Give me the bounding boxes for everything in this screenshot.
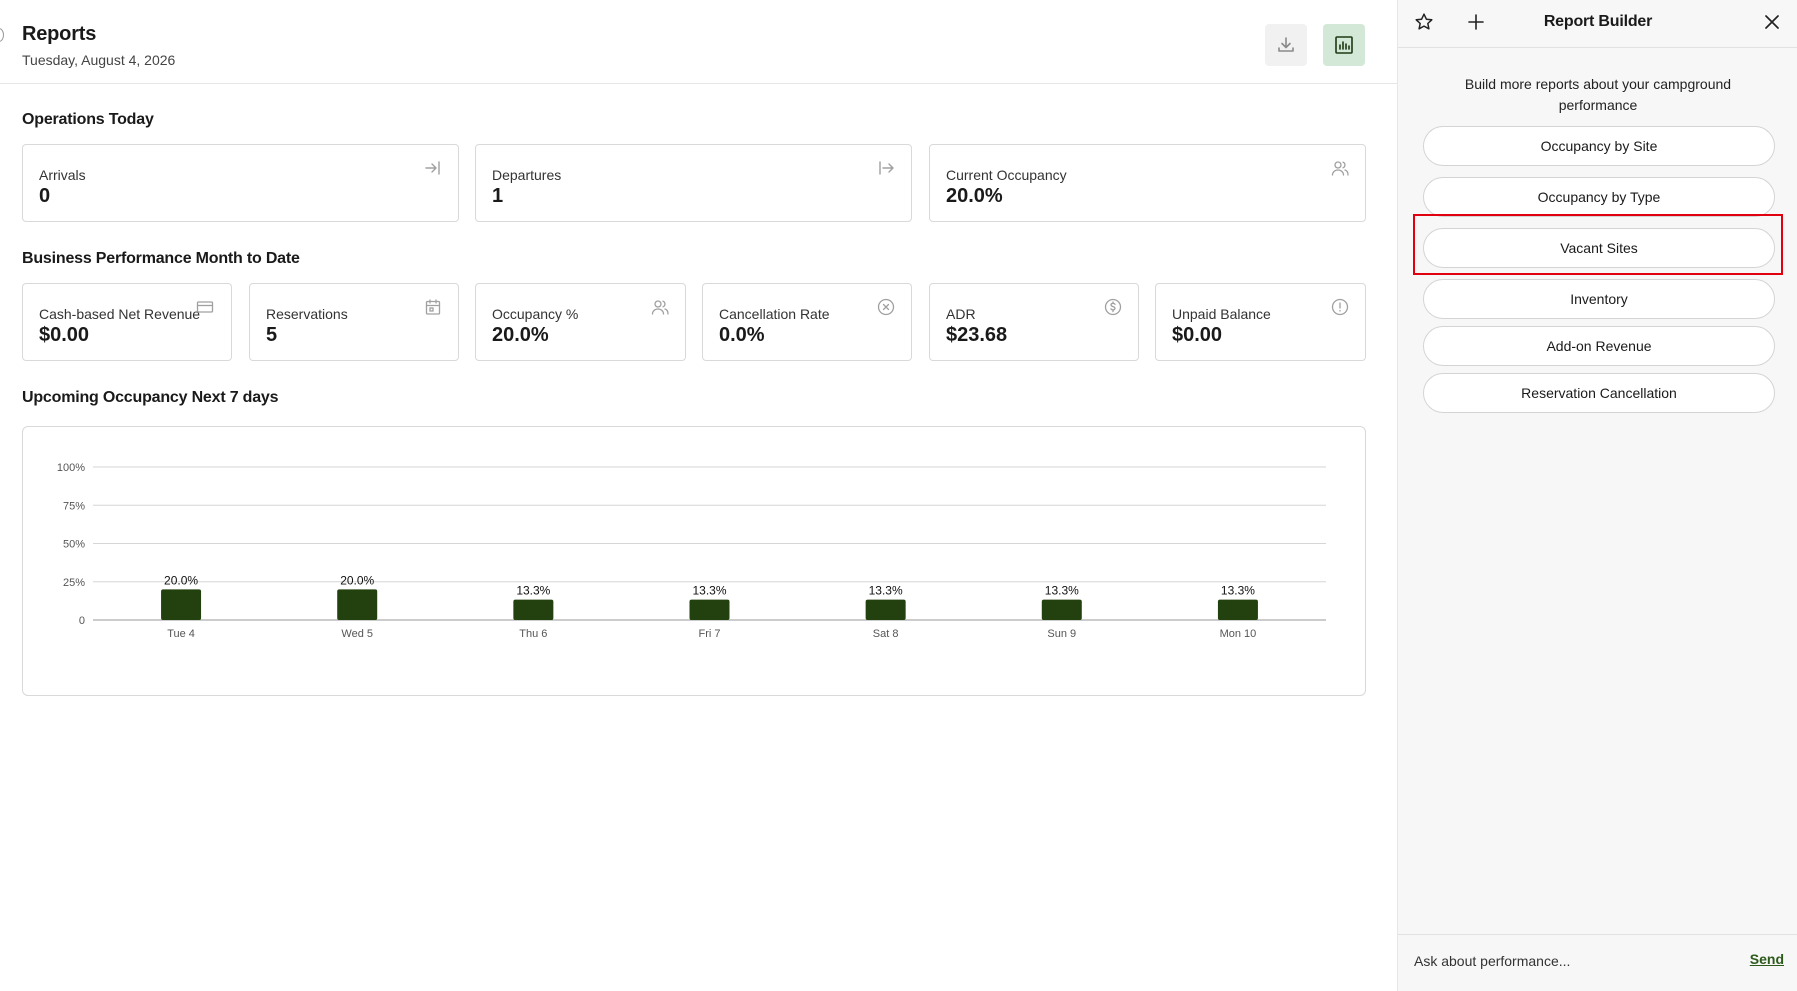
inventory-button[interactable]: Inventory bbox=[1423, 279, 1775, 319]
page-title: Reports bbox=[22, 23, 97, 45]
alert-circle-icon bbox=[1331, 298, 1349, 316]
credit-card-icon bbox=[196, 301, 214, 313]
close-icon bbox=[1765, 15, 1779, 29]
circle-x-icon bbox=[877, 298, 895, 316]
add-on-revenue-button[interactable]: Add-on Revenue bbox=[1423, 326, 1775, 366]
chart-bar bbox=[1041, 599, 1082, 620]
occupancy-chart: 0 25% 50% 75% 100% 20.0% Tue 4 20.0% Wed 5 13.3% T… bbox=[22, 426, 1366, 696]
y-tick-label: 0 bbox=[79, 615, 85, 627]
reservations-card: Reservations 5 bbox=[249, 283, 459, 361]
report-builder-panel: Report Builder Build more reports about … bbox=[1397, 0, 1797, 991]
card-label: Departures bbox=[492, 167, 562, 183]
page-date: Tuesday, August 4, 2026 bbox=[22, 52, 176, 68]
card-label: Unpaid Balance bbox=[1172, 306, 1271, 322]
chart-bar bbox=[513, 599, 554, 620]
net-revenue-card: Cash-based Net Revenue $0.00 bbox=[22, 283, 232, 361]
bar-data-label: 13.3% bbox=[516, 584, 550, 598]
upcoming-occupancy-title: Upcoming Occupancy Next 7 days bbox=[22, 389, 279, 406]
close-panel-button[interactable] bbox=[1760, 10, 1784, 34]
x-tick-label: Tue 4 bbox=[167, 628, 195, 640]
main-content: Reports Tuesday, August 4, 2026 Operatio… bbox=[0, 0, 1397, 991]
unpaid-balance-card: Unpaid Balance $0.00 bbox=[1155, 283, 1366, 361]
card-value: 0.0% bbox=[719, 324, 765, 346]
card-value: $23.68 bbox=[946, 324, 1008, 346]
x-tick-label: Fri 7 bbox=[699, 628, 721, 640]
card-value: $0.00 bbox=[39, 324, 90, 346]
bar-data-label: 20.0% bbox=[340, 573, 374, 587]
ask-performance-input[interactable] bbox=[1414, 949, 1714, 973]
calendar-icon bbox=[425, 299, 441, 315]
collapsed-edge-icon[interactable] bbox=[0, 28, 4, 42]
occupancy-by-type-button[interactable]: Occupancy by Type bbox=[1423, 177, 1775, 217]
card-value: 5 bbox=[266, 324, 278, 346]
y-tick-label: 50% bbox=[63, 539, 85, 551]
current-occupancy-card: Current Occupancy 20.0% bbox=[929, 144, 1366, 222]
y-tick-label: 100% bbox=[57, 462, 85, 474]
x-tick-label: Wed 5 bbox=[341, 628, 373, 640]
bar-data-label: 20.0% bbox=[164, 573, 198, 587]
card-value: 20.0% bbox=[492, 324, 549, 346]
bar-chart-icon bbox=[1335, 36, 1353, 54]
chart-bar bbox=[337, 589, 378, 620]
bar-data-label: 13.3% bbox=[1045, 584, 1079, 598]
users-icon bbox=[1331, 161, 1349, 176]
card-label: Arrivals bbox=[39, 167, 86, 183]
panel-intro-text: Build more reports about your campground… bbox=[1464, 76, 1732, 113]
cancellation-rate-card: Cancellation Rate 0.0% bbox=[702, 283, 912, 361]
bar-data-label: 13.3% bbox=[692, 584, 726, 598]
arrow-right-from-line-icon bbox=[879, 161, 894, 175]
occupancy-chart-svg: 0 25% 50% 75% 100% 20.0% Tue 4 20.0% Wed 5 13.3% T… bbox=[57, 462, 1326, 640]
departures-card: Departures 1 bbox=[475, 144, 912, 222]
bar-data-label: 13.3% bbox=[869, 584, 903, 598]
occupancy-percent-card: Occupancy % 20.0% bbox=[475, 283, 686, 361]
card-value: 20.0% bbox=[946, 185, 1003, 207]
send-button[interactable]: Send bbox=[1750, 951, 1784, 967]
chart-bar bbox=[689, 599, 730, 620]
card-value: 0 bbox=[39, 185, 51, 207]
operations-today-title: Operations Today bbox=[22, 111, 154, 128]
business-performance-title: Business Performance Month to Date bbox=[22, 250, 300, 267]
arrivals-card: Arrivals 0 bbox=[22, 144, 459, 222]
card-label: Cash-based Net Revenue bbox=[39, 306, 201, 322]
card-value: 1 bbox=[492, 185, 504, 207]
y-tick-label: 25% bbox=[63, 577, 85, 589]
users-icon bbox=[651, 300, 669, 315]
bar-data-label: 13.3% bbox=[1221, 584, 1255, 598]
reservation-cancellation-button[interactable]: Reservation Cancellation bbox=[1423, 373, 1775, 413]
card-label: Current Occupancy bbox=[946, 167, 1067, 183]
card-label: Cancellation Rate bbox=[719, 306, 830, 322]
chart-bar bbox=[161, 589, 202, 620]
card-value: $0.00 bbox=[1172, 324, 1223, 346]
download-button[interactable] bbox=[1265, 24, 1307, 66]
y-tick-label: 75% bbox=[63, 500, 85, 512]
chart-bar bbox=[865, 599, 906, 620]
dollar-circle-icon bbox=[1104, 298, 1122, 316]
panel-header: Report Builder bbox=[1398, 0, 1797, 48]
x-tick-label: Sat 8 bbox=[873, 628, 899, 640]
x-tick-label: Thu 6 bbox=[519, 628, 547, 640]
chart-bar bbox=[1217, 599, 1258, 620]
occupancy-by-site-button[interactable]: Occupancy by Site bbox=[1423, 126, 1775, 166]
adr-card: ADR $23.68 bbox=[929, 283, 1139, 361]
arrow-right-to-line-icon bbox=[425, 161, 440, 175]
report-builder-toggle-button[interactable] bbox=[1323, 24, 1365, 66]
x-tick-label: Sun 9 bbox=[1047, 628, 1076, 640]
x-tick-label: Mon 10 bbox=[1220, 628, 1257, 640]
card-label: Reservations bbox=[266, 306, 348, 322]
ask-bar: Send bbox=[1398, 934, 1797, 991]
card-label: Occupancy % bbox=[492, 306, 579, 322]
highlight-box bbox=[1413, 214, 1783, 275]
panel-title: Report Builder bbox=[1543, 13, 1653, 30]
download-icon bbox=[1278, 37, 1294, 52]
page-header: Reports Tuesday, August 4, 2026 bbox=[0, 0, 1397, 84]
card-label: ADR bbox=[946, 306, 976, 322]
